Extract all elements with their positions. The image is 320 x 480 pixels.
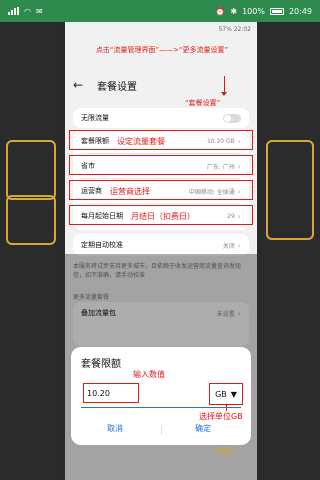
alarm-icon: ⏰ <box>215 6 226 16</box>
battery-percent: 100% <box>242 6 265 16</box>
back-arrow-icon[interactable]: ← <box>73 78 89 92</box>
unlimited-toggle[interactable] <box>223 113 241 123</box>
inner-status-right: 57% 22:02 <box>218 25 251 33</box>
bluetooth-icon: ✱ <box>230 6 238 16</box>
unit-value: GB <box>215 389 227 399</box>
unlimited-card: 无限流量 <box>73 108 249 128</box>
highlight-carrier <box>69 180 253 200</box>
auto-calibrate-value: 关闭 <box>222 242 235 250</box>
dropdown-triangle-icon: ▼ <box>230 389 237 399</box>
auto-calibrate-card: 定期自动校准 关闭 › <box>73 234 249 256</box>
nav-bar: ← 套餐设置 <box>65 76 257 94</box>
input-underline <box>81 407 241 408</box>
divider <box>81 153 241 154</box>
annotation-input-value: 输入数值 <box>133 370 165 379</box>
highlight-month-start <box>69 205 253 225</box>
decorative-outline-right <box>266 140 314 240</box>
row-unlimited[interactable]: 无限流量 <box>73 108 249 128</box>
auto-calibrate-label: 定期自动校准 <box>81 241 123 249</box>
confirm-button[interactable]: 确定 <box>195 423 211 434</box>
inner-status-bar: 57% 22:02 <box>65 22 257 36</box>
divider <box>81 203 241 204</box>
wifi-icon: ◠ <box>24 6 31 16</box>
message-icon: ✉ <box>35 6 43 16</box>
annotation-settings: “套餐设置” <box>185 99 221 107</box>
page-title: 套餐设置 <box>97 81 137 93</box>
battery-icon <box>269 7 284 15</box>
outer-status-bar: ◠ ✉ ⏰ ✱ 100% 20:49 <box>0 0 320 22</box>
chevron-right-icon: › <box>237 240 241 250</box>
screenshot-frame: 57% 22:02 点击“流量管理界面”——>“更多流量设置” ← 套餐设置 “… <box>61 22 261 480</box>
phone-screen: 57% 22:02 点击“流量管理界面”——>“更多流量设置” ← 套餐设置 “… <box>65 22 257 480</box>
decorative-outline-left-2 <box>6 195 56 245</box>
unlimited-label: 无限流量 <box>81 114 109 122</box>
clock: 20:49 <box>288 6 312 16</box>
button-divider <box>161 425 162 435</box>
divider <box>81 178 241 179</box>
cancel-button[interactable]: 取消 <box>107 423 123 434</box>
annotation-select-unit: 选择单位GB <box>199 412 243 421</box>
limit-value-input[interactable]: 10.20 <box>83 383 139 403</box>
annotation-top: 点击“流量管理界面”——>“更多流量设置” <box>95 46 229 54</box>
unit-select[interactable]: GB ▼ <box>209 383 243 405</box>
signal-icon <box>8 7 19 15</box>
close-button[interactable]: 关闭 <box>216 446 232 457</box>
row-auto-calibrate[interactable]: 定期自动校准 关闭 › <box>73 234 249 256</box>
highlight-package-limit <box>69 130 253 150</box>
highlight-province <box>69 155 253 175</box>
package-limit-dialog: 套餐限额 输入数值 10.20 GB ▼ 选择单位GB 取消 确定 <box>71 347 251 445</box>
dialog-title: 套餐限额 <box>81 359 121 370</box>
decorative-outline-left <box>6 140 56 200</box>
